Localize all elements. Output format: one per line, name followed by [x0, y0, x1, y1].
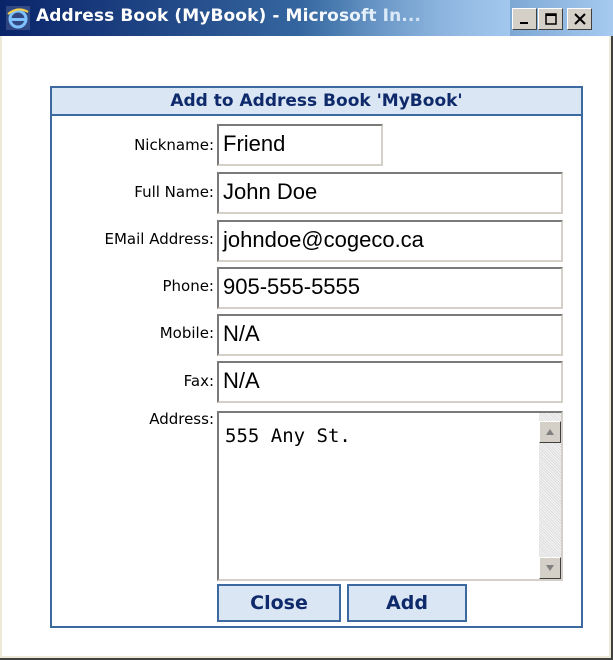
mobile-field[interactable]: N/A	[217, 314, 563, 356]
page-content: Add to Address Book 'MyBook' Nickname: F…	[2, 36, 609, 656]
nickname-label: Nickname:	[134, 136, 214, 154]
close-window-button[interactable]	[567, 8, 592, 30]
browser-window: Address Book (MyBook) - Microsoft In... …	[0, 0, 613, 660]
address-label: Address:	[149, 410, 214, 428]
scroll-down-arrow-icon	[546, 565, 554, 571]
scroll-down-button[interactable]	[539, 557, 561, 579]
add-contact-form: Add to Address Book 'MyBook' Nickname: F…	[50, 86, 583, 628]
email-field[interactable]: johndoe@cogeco.ca	[217, 220, 563, 262]
full-name-field[interactable]: John Doe	[217, 172, 563, 214]
form-header: Add to Address Book 'MyBook'	[52, 88, 581, 116]
scroll-up-arrow-icon	[546, 429, 554, 435]
minimize-button[interactable]	[512, 8, 537, 30]
phone-label: Phone:	[162, 277, 214, 295]
maximize-button[interactable]	[538, 8, 563, 30]
full-name-label: Full Name:	[134, 183, 214, 201]
title-bar[interactable]: Address Book (MyBook) - Microsoft In...	[0, 0, 613, 36]
close-icon	[573, 13, 586, 25]
address-scrollbar[interactable]	[539, 413, 561, 579]
nickname-field[interactable]: Friend	[217, 124, 383, 166]
internet-explorer-icon	[6, 6, 30, 30]
address-textarea[interactable]: 555 Any St.	[217, 411, 563, 581]
address-text: 555 Any St.	[225, 425, 351, 447]
fax-field[interactable]: N/A	[217, 361, 563, 403]
minimize-icon	[519, 22, 528, 24]
title-fade	[300, 0, 510, 36]
add-button[interactable]: Add	[347, 584, 467, 622]
scroll-up-button[interactable]	[539, 421, 561, 443]
email-label: EMail Address:	[104, 230, 214, 248]
fax-label: Fax:	[183, 372, 214, 390]
phone-field[interactable]: 905-555-5555	[217, 267, 563, 309]
close-button[interactable]: Close	[217, 584, 341, 622]
maximize-icon	[544, 13, 557, 25]
mobile-label: Mobile:	[159, 324, 214, 342]
